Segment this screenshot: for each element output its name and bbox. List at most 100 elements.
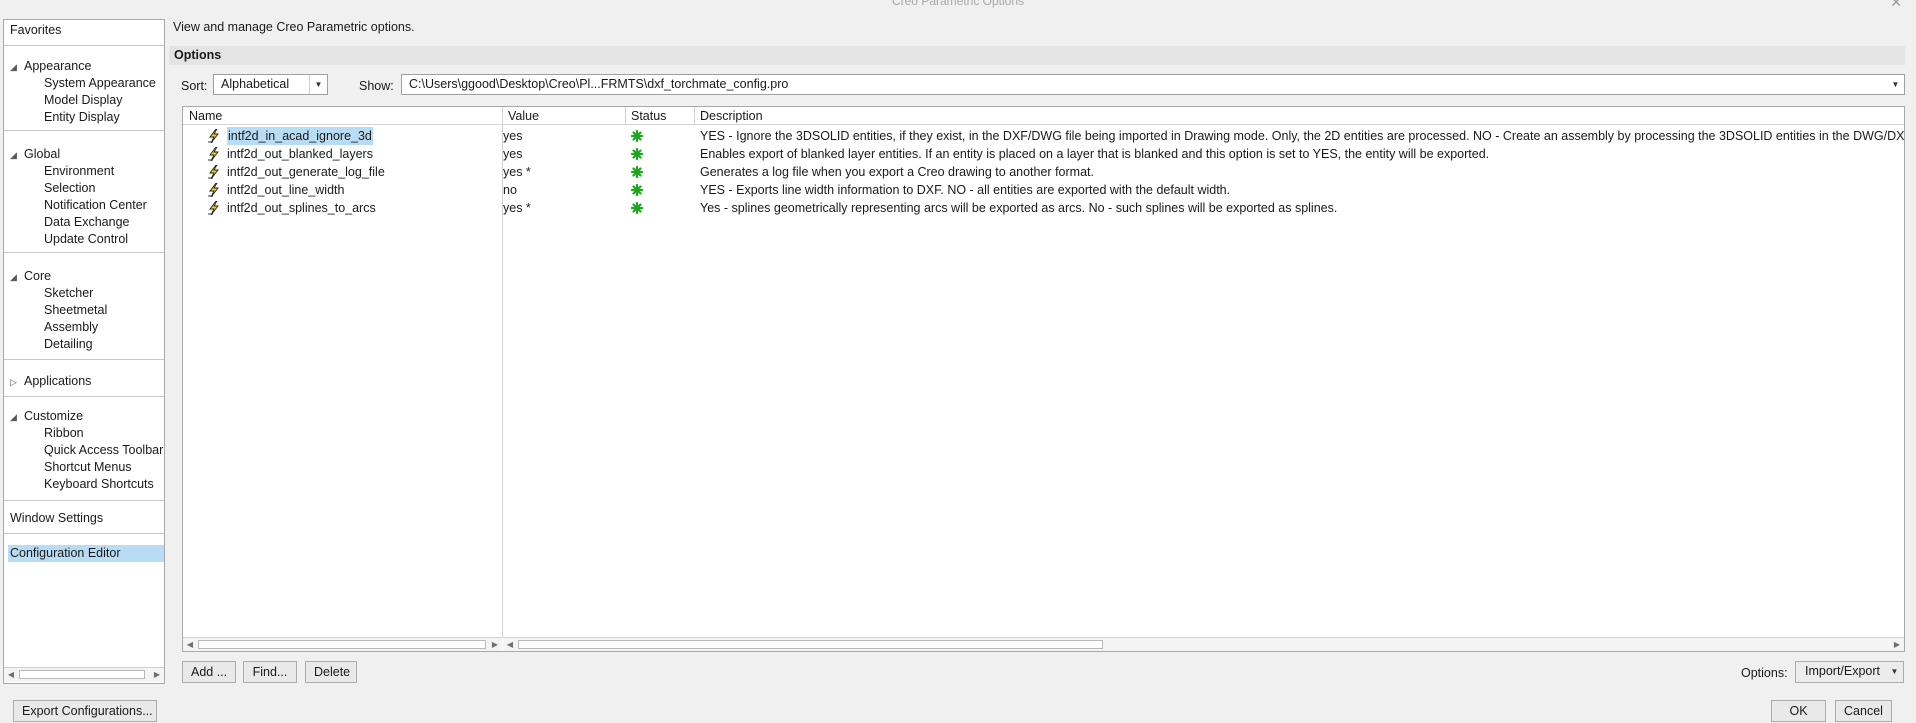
lightning-bolt-icon [208, 183, 219, 197]
options-section-header: Options [169, 46, 1905, 65]
nav-group-appearance[interactable]: ◢ Appearance [10, 58, 91, 75]
lightning-bolt-icon [208, 147, 219, 161]
nav-group-core[interactable]: ◢ Core [10, 268, 51, 285]
column-header-description[interactable]: Description [694, 107, 1904, 125]
scrollbar-thumb[interactable] [198, 640, 486, 649]
option-description: Generates a log file when you export a C… [700, 165, 1094, 179]
options-label: Options: [1741, 666, 1788, 680]
table-row[interactable]: intf2d_out_generate_log_file yes * Generat… [183, 163, 1904, 181]
page-description: View and manage Creo Parametric options. [173, 20, 415, 34]
nav-item-keyboard-shortcuts[interactable]: Keyboard Shortcuts [44, 476, 154, 493]
options-table: Name Value Status Description intf2d_in_… [182, 106, 1905, 652]
nav-group-global[interactable]: ◢ Global [10, 146, 60, 163]
show-config-file-dropdown[interactable]: C:\Users\ggood\Desktop\Creo\Pl...FRMTS\d… [401, 74, 1905, 95]
table-row[interactable]: intf2d_out_splines_to_arcs yes * Yes - spl… [183, 199, 1904, 217]
nav-item-model-display[interactable]: Model Display [44, 92, 123, 109]
option-name[interactable]: intf2d_out_splines_to_arcs [227, 199, 376, 217]
title-bar: Creo Parametric Options ✕ [0, 0, 1916, 10]
column-header-status[interactable]: Status [625, 107, 694, 125]
option-name[interactable]: intf2d_out_generate_log_file [227, 163, 385, 181]
column-divider [694, 107, 695, 125]
option-name[interactable]: intf2d_out_line_width [227, 181, 344, 199]
import-export-value: Import/Export [1805, 664, 1881, 678]
table-row[interactable]: intf2d_in_acad_ignore_3d yes YES - Ignore … [183, 127, 1904, 145]
column-header-value[interactable]: Value [502, 107, 625, 125]
nav-configuration-editor[interactable]: Configuration Editor [8, 545, 164, 562]
nav-item-update-control[interactable]: Update Control [44, 231, 128, 248]
name-column-horizontal-scrollbar[interactable]: ◀ ▶ [183, 637, 502, 651]
chevron-down-icon[interactable]: ▼ [1887, 75, 1904, 94]
expanded-triangle-icon: ◢ [10, 412, 17, 422]
table-horizontal-scrollbar[interactable]: ◀ ▶ [503, 637, 1904, 651]
ok-button[interactable]: OK [1771, 700, 1826, 722]
nav-group-customize[interactable]: ◢ Customize [10, 408, 83, 425]
option-value[interactable]: yes * [503, 199, 531, 217]
scroll-left-icon[interactable]: ◀ [5, 668, 17, 681]
option-value[interactable]: yes [503, 145, 522, 163]
chevron-down-icon[interactable]: ▼ [1886, 662, 1903, 681]
delete-button[interactable]: Delete [305, 661, 357, 683]
nav-divider [4, 396, 164, 397]
cancel-button[interactable]: Cancel [1835, 700, 1892, 722]
nav-item-entity-display[interactable]: Entity Display [44, 109, 120, 126]
nav-item-selection[interactable]: Selection [44, 180, 95, 197]
scroll-left-icon[interactable]: ◀ [184, 638, 196, 651]
column-header-name[interactable]: Name [183, 107, 502, 125]
nav-group-applications[interactable]: ▷ Applications [10, 373, 91, 390]
option-value[interactable]: yes * [503, 163, 531, 181]
nav-window-settings[interactable]: Window Settings [10, 510, 103, 527]
nav-group-label: Core [24, 269, 52, 283]
nav-group-label: Global [24, 147, 61, 161]
sort-dropdown[interactable]: Alphabetical ▼ [213, 74, 328, 95]
nav-item-shortcut-menus[interactable]: Shortcut Menus [44, 459, 132, 476]
nav-item-assembly[interactable]: Assembly [44, 319, 98, 336]
sidebar-horizontal-scrollbar[interactable]: ◀ ▶ [4, 667, 164, 682]
scroll-right-icon[interactable]: ▶ [151, 668, 163, 681]
nav-item-sheetmetal[interactable]: Sheetmetal [44, 302, 107, 319]
nav-divider [4, 533, 164, 534]
scroll-left-icon[interactable]: ◀ [504, 638, 516, 651]
window-title: Creo Parametric Options [891, 0, 1025, 8]
close-icon[interactable]: ✕ [1890, 0, 1902, 10]
add-button[interactable]: Add ... [182, 661, 236, 683]
nav-item-notification-center[interactable]: Notification Center [44, 197, 147, 214]
option-name[interactable]: intf2d_in_acad_ignore_3d [227, 127, 373, 145]
import-export-dropdown[interactable]: Import/Export ▼ [1795, 661, 1904, 683]
green-asterisk-icon [631, 148, 643, 160]
nav-favorites[interactable]: Favorites [10, 22, 61, 39]
table-row[interactable]: intf2d_out_blanked_layers yes Enables expo… [183, 145, 1904, 163]
nav-item-environment[interactable]: Environment [44, 163, 114, 180]
expanded-triangle-icon: ◢ [10, 150, 17, 160]
nav-item-data-exchange[interactable]: Data Exchange [44, 214, 129, 231]
nav-item-ribbon[interactable]: Ribbon [44, 425, 84, 442]
green-asterisk-icon [631, 184, 643, 196]
nav-item-system-appearance[interactable]: System Appearance [44, 75, 156, 92]
nav-item-detailing[interactable]: Detailing [44, 336, 93, 353]
table-row[interactable]: intf2d_out_line_width no YES - Exports lin… [183, 181, 1904, 199]
nav-item-sketcher[interactable]: Sketcher [44, 285, 93, 302]
green-asterisk-icon [631, 166, 643, 178]
nav-group-label: Customize [24, 409, 84, 423]
sort-value: Alphabetical [221, 77, 290, 91]
option-description: YES - Exports line width information to … [700, 183, 1231, 197]
export-configurations-button[interactable]: Export Configurations... [13, 700, 157, 722]
option-value[interactable]: yes [503, 127, 522, 145]
nav-group-label: Applications [24, 374, 92, 388]
scroll-right-icon[interactable]: ▶ [1891, 638, 1903, 651]
nav-divider [4, 130, 164, 131]
option-value[interactable]: no [503, 181, 517, 199]
scrollbar-thumb[interactable] [19, 670, 145, 679]
scrollbar-thumb[interactable] [518, 640, 1103, 649]
options-navigation: Favorites ◢ Appearance System Appearance … [3, 19, 165, 684]
expanded-triangle-icon: ◢ [10, 62, 17, 72]
nav-divider [4, 252, 164, 253]
find-button[interactable]: Find... [243, 661, 297, 683]
scroll-right-icon[interactable]: ▶ [489, 638, 501, 651]
green-asterisk-icon [631, 130, 643, 142]
nav-group-label: Appearance [24, 59, 92, 73]
chevron-down-icon[interactable]: ▼ [309, 75, 327, 94]
lightning-bolt-icon [208, 165, 219, 179]
nav-item-quick-access-toolbar[interactable]: Quick Access Toolbar [44, 442, 163, 459]
section-title: Options [174, 48, 222, 62]
option-name[interactable]: intf2d_out_blanked_layers [227, 145, 373, 163]
